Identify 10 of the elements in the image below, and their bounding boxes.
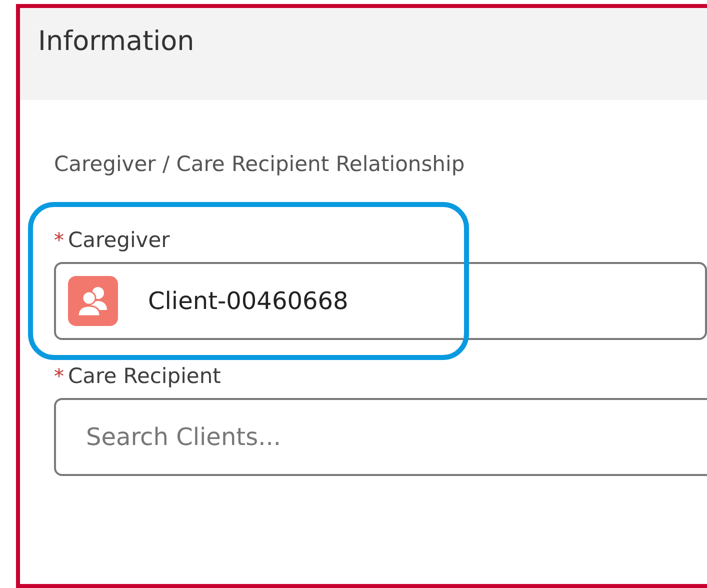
field-label: Caregiver <box>68 228 170 252</box>
required-mark: * <box>54 228 64 252</box>
section-title: Caregiver / Care Recipient Relationship <box>54 152 466 176</box>
contacts-icon <box>68 276 118 326</box>
required-mark: * <box>54 364 64 388</box>
search-field[interactable]: Search Clients... <box>54 398 707 476</box>
section-header: Information <box>38 26 194 57</box>
lookup-field[interactable]: Client-00460668 <box>54 262 707 340</box>
field-value: Client-00460668 <box>148 287 348 315</box>
field-label: Care Recipient <box>68 364 221 388</box>
